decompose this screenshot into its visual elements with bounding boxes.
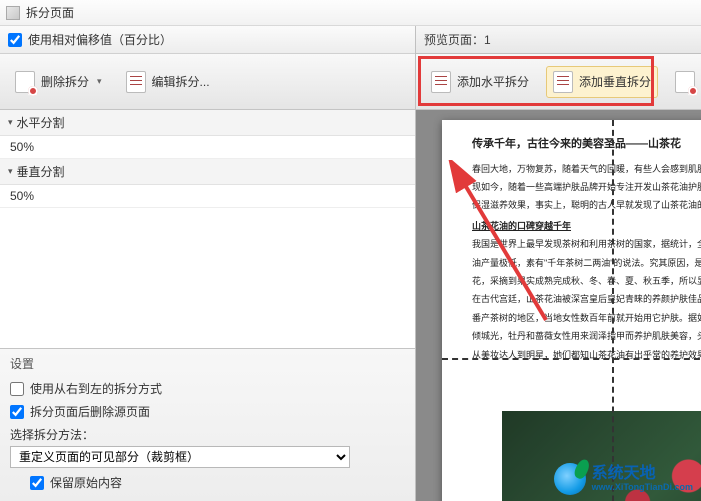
keep-original-row[interactable]: 保留原始内容 (30, 474, 405, 491)
doc-line: 油产量极低，素有"千年茶树二两油"的说法。究其原因，是山茶树生长缓慢、种植 (472, 256, 701, 270)
page-content: 传承千年，古往今来的美容圣品——山茶花 春回大地，万物复苏，随着天气的回暖，有些… (472, 136, 701, 501)
doc-line: 春回大地，万物复苏，随着天气的回暖，有些人会感到肌肤干燥、敏感不适等。 (472, 162, 701, 176)
method-row: 选择拆分方法： 重定义页面的可见部分（裁剪框） (10, 426, 405, 468)
left-toolbar: 删除拆分 ▾ 编辑拆分... (0, 54, 415, 110)
collapse-icon: ▾ (8, 166, 13, 177)
watermark-logo-icon (554, 463, 586, 495)
settings-panel: 设置 使用从右到左的拆分方式 拆分页面后删除源页面 选择拆分方法： 重定义页面的… (0, 348, 415, 501)
relative-offset-checkbox[interactable] (8, 33, 22, 47)
rtl-row[interactable]: 使用从右到左的拆分方式 (10, 380, 405, 397)
split-value-row[interactable]: 50% (0, 136, 415, 159)
split-list: ▾ 水平分割 50% ▾ 垂直分割 50% (0, 110, 415, 348)
edit-split-label: 编辑拆分... (152, 73, 210, 90)
doc-line: 在古代宫廷，山茶花油被深宫皇后皇妃青睐的养颜护肤佳品。民间女性也知道山 (472, 292, 701, 306)
watermark-text: 系统天地 (592, 465, 693, 483)
doc-line: 保湿滋养效果，事实上，聪明的古人早就发现了山茶花油的奥秘，并把它视为珍贵 (472, 198, 701, 212)
preview-canvas[interactable]: 传承千年，古往今来的美容圣品——山茶花 春回大地，万物复苏，随着天气的回暖，有些… (416, 110, 701, 501)
settings-head: 设置 (10, 355, 405, 372)
doc-line: 番产茶树的地区，当地女性数百年前就开始用它护肤。据如意施主常像女性喜欢凤仙 (472, 311, 701, 325)
group-horizontal[interactable]: ▾ 水平分割 (0, 110, 415, 136)
vertical-split-line[interactable] (612, 120, 614, 501)
add-h-split-icon (431, 71, 451, 93)
method-label: 选择拆分方法： (10, 426, 94, 443)
delete-source-checkbox[interactable] (10, 405, 24, 419)
rtl-checkbox[interactable] (10, 382, 24, 396)
doc-line: 倾城光，牡丹和蔷薇女性用来润泽指甲而养护肌肤美容，头发甜润滋又美丽。如今 (472, 329, 701, 343)
add-h-split-label: 添加水平拆分 (457, 73, 529, 90)
delete-source-row[interactable]: 拆分页面后删除源页面 (10, 403, 405, 420)
add-horizontal-split-button[interactable]: 添加水平拆分 (424, 66, 536, 98)
app-icon (6, 6, 20, 20)
delete-split-label: 删除拆分 (41, 73, 89, 90)
relative-offset-label: 使用相对偏移值（百分比） (28, 31, 172, 48)
right-pane: 预览页面：1 添加水平拆分 添加垂直拆分 删除拆 传承千年，古往今来的美容圣品—… (415, 26, 701, 501)
edit-split-button[interactable]: 编辑拆分... (119, 66, 217, 98)
delete-split-icon (675, 71, 695, 93)
left-pane: 使用相对偏移值（百分比） 删除拆分 ▾ 编辑拆分... ▾ 水平分割 50% ▾ (0, 26, 415, 501)
method-select[interactable]: 重定义页面的可见部分（裁剪框） (10, 446, 350, 468)
doc-line: 我国是世界上最早发现茶树和利用茶树的国家，据统计，全球茶油产量的 90% (472, 237, 701, 251)
edit-split-icon (126, 71, 146, 93)
watermark: 系统天地 www.XiTongTianDi.com (550, 461, 697, 497)
chevron-down-icon: ▾ (97, 76, 102, 87)
watermark-url: www.XiTongTianDi.com (592, 483, 693, 493)
window-title: 拆分页面 (26, 4, 74, 21)
delete-source-label: 拆分页面后删除源页面 (30, 403, 150, 420)
preview-head: 预览页面：1 (416, 26, 701, 54)
preview-delete-split-button[interactable]: 删除拆 (668, 66, 701, 98)
group-vertical-label: 垂直分割 (17, 163, 65, 180)
horizontal-split-line[interactable] (442, 358, 701, 360)
preview-page: 传承千年，古往今来的美容圣品——山茶花 春回大地，万物复苏，随着天气的回暖，有些… (442, 120, 701, 501)
delete-split-button[interactable]: 删除拆分 ▾ (8, 66, 109, 98)
delete-split-icon (15, 71, 35, 93)
titlebar: 拆分页面 (0, 0, 701, 26)
group-vertical[interactable]: ▾ 垂直分割 (0, 159, 415, 185)
split-value: 50% (10, 189, 34, 203)
split-value: 50% (10, 140, 34, 154)
relative-offset-row[interactable]: 使用相对偏移值（百分比） (0, 26, 415, 54)
add-v-split-label: 添加垂直拆分 (579, 73, 651, 90)
doc-subtitle: 山茶花油的口碑穿越千年 (472, 219, 701, 233)
keep-original-label: 保留原始内容 (50, 474, 122, 491)
add-vertical-split-button[interactable]: 添加垂直拆分 (546, 66, 658, 98)
rtl-label: 使用从右到左的拆分方式 (30, 380, 162, 397)
main-area: 使用相对偏移值（百分比） 删除拆分 ▾ 编辑拆分... ▾ 水平分割 50% ▾ (0, 26, 701, 501)
group-horizontal-label: 水平分割 (17, 114, 65, 131)
doc-line: 花，采摘到果实成熟完成秋、冬、春、夏、秋五季，所以显得格外稀有。 (472, 274, 701, 288)
split-value-row[interactable]: 50% (0, 185, 415, 208)
doc-title: 传承千年，古往今来的美容圣品——山茶花 (472, 136, 701, 154)
add-v-split-icon (553, 71, 573, 93)
doc-line: 现如今，随着一些高端护肤品牌开始专注开发山茶花油护肤品-林清轩山茶花油， (472, 180, 701, 194)
preview-toolbar: 添加水平拆分 添加垂直拆分 删除拆 (416, 54, 701, 110)
collapse-icon: ▾ (8, 117, 13, 128)
keep-original-checkbox[interactable] (30, 476, 44, 490)
